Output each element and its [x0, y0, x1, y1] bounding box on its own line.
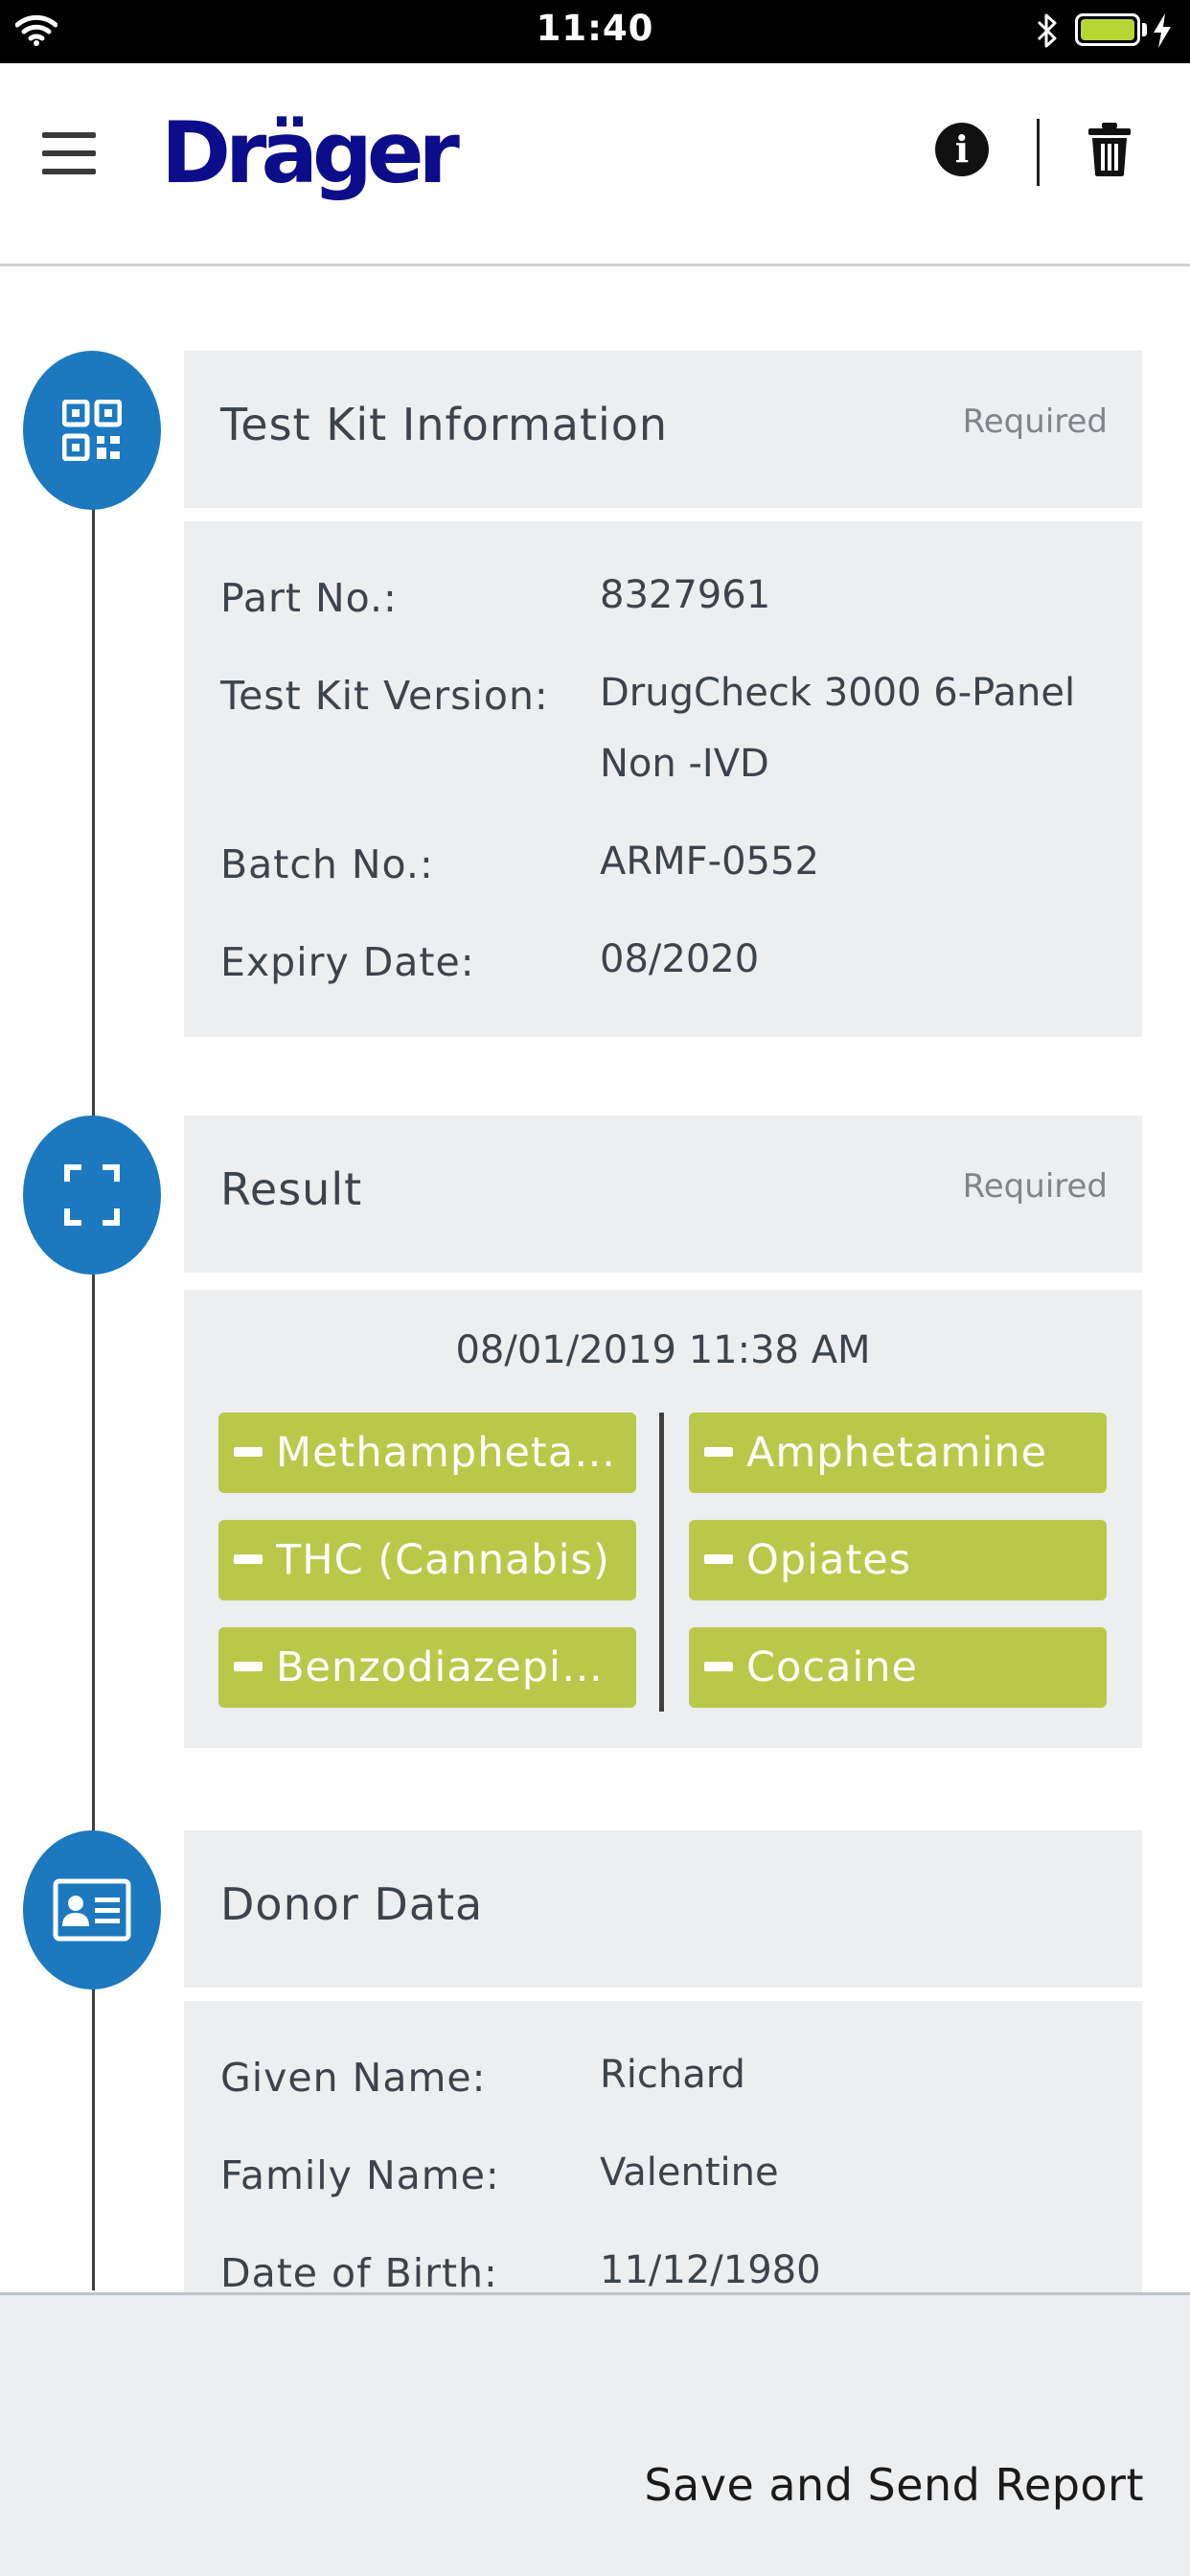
date-of-birth-value: 11/12/1980 [600, 2248, 821, 2292]
donor-card-header[interactable]: Donor Data [184, 1830, 1142, 1988]
result-timestamp: 08/01/2019 11:38 AM [455, 1328, 871, 1372]
result-pill-opiates[interactable]: Opiates [689, 1520, 1107, 1600]
charging-icon [1154, 13, 1171, 48]
given-name-value: Richard [600, 2053, 745, 2097]
family-name-label: Family Name: [220, 2152, 500, 2198]
result-pill-thc[interactable]: THC (Cannabis) [218, 1520, 636, 1600]
test-kit-version-label: Test Kit Version: [220, 673, 549, 719]
save-and-send-report-button[interactable]: Save and Send Report [638, 2458, 1150, 2512]
minus-icon [234, 1446, 263, 1457]
batch-no-value: ARMF-0552 [600, 840, 819, 884]
test-kit-title: Test Kit Information [220, 399, 669, 450]
result-pill-benzodiazepines[interactable]: Benzodiazepines [218, 1627, 636, 1708]
required-label: Required [962, 402, 1108, 441]
part-no-value: 8327961 [600, 573, 771, 617]
minus-icon [704, 1553, 733, 1564]
minus-icon [234, 1553, 263, 1564]
expiry-date-value: 08/2020 [600, 937, 760, 981]
result-column-divider [659, 1413, 664, 1712]
donor-step-icon [23, 1830, 161, 1990]
id-card-icon [53, 1878, 131, 1942]
qr-code-step-icon [23, 351, 161, 510]
minus-icon [704, 1446, 733, 1457]
date-of-birth-label: Date of Birth: [220, 2250, 498, 2292]
app-header: Dräger i [0, 63, 1190, 266]
test-kit-card-body: Part No.: 8327961 Test Kit Version: Drug… [184, 521, 1142, 1037]
status-bar: 11:40 [0, 0, 1190, 63]
part-no-label: Part No.: [220, 575, 398, 621]
result-title: Result [220, 1163, 363, 1215]
scan-frame-icon [64, 1164, 120, 1226]
result-card-body: 08/01/2019 11:38 AM Methamphetami... THC… [184, 1290, 1142, 1748]
trash-icon[interactable] [1088, 123, 1131, 176]
required-label: Required [962, 1167, 1108, 1206]
scan-step-icon [23, 1116, 161, 1275]
status-time: 11:40 [536, 8, 654, 49]
drager-logo: Dräger [161, 104, 460, 202]
footer-bar: Save and Send Report [0, 2292, 1190, 2576]
qr-code-icon [62, 400, 122, 461]
minus-icon [704, 1661, 733, 1671]
test-kit-card-header[interactable]: Test Kit Information Required [184, 351, 1142, 508]
result-pill-methamphetamine[interactable]: Methamphetami... [218, 1413, 636, 1493]
donor-card-body: Given Name: Richard Family Name: Valenti… [184, 2001, 1142, 2292]
hamburger-menu-icon[interactable] [42, 132, 96, 174]
result-card-header[interactable]: Result Required [184, 1116, 1142, 1273]
info-icon[interactable]: i [935, 123, 989, 176]
minus-icon [234, 1661, 263, 1671]
timeline-line [92, 479, 95, 2290]
family-name-value: Valentine [600, 2150, 779, 2195]
bluetooth-icon [1037, 13, 1057, 48]
test-kit-version-value: DrugCheck 3000 6-Panel Non -IVD [600, 671, 1076, 786]
result-pill-amphetamine[interactable]: Amphetamine [689, 1413, 1107, 1493]
header-divider [1037, 119, 1040, 186]
result-pill-cocaine[interactable]: Cocaine [689, 1627, 1107, 1708]
battery-icon [1075, 13, 1140, 46]
expiry-date-label: Expiry Date: [220, 939, 475, 985]
batch-no-label: Batch No.: [220, 841, 434, 887]
donor-title: Donor Data [220, 1878, 484, 1930]
given-name-label: Given Name: [220, 2055, 487, 2101]
